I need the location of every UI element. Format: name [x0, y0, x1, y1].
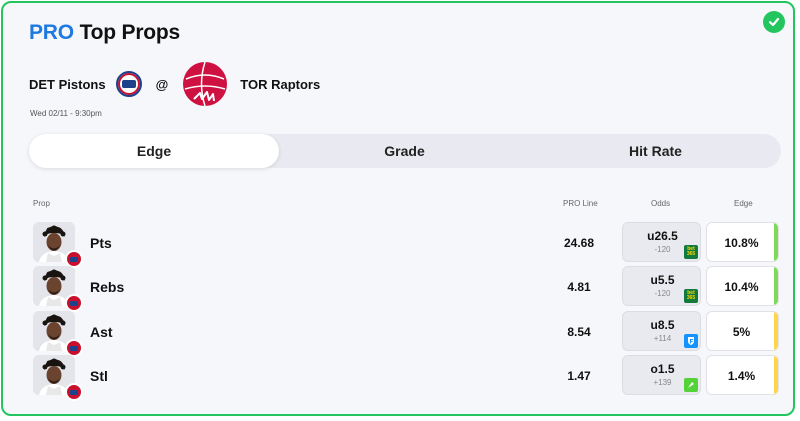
fanduel-icon	[684, 334, 698, 348]
table-row[interactable]: Pts 24.68 u26.5 -120 bet 365 10.8%	[3, 222, 797, 268]
pistons-badge-icon	[65, 294, 83, 312]
edge-indicator	[774, 267, 778, 305]
odds-line: u26.5	[647, 229, 678, 243]
edge-indicator	[774, 312, 778, 350]
player-avatar	[33, 355, 83, 401]
odds-button[interactable]: u8.5 +114	[622, 311, 701, 351]
edge-value: 10.4%	[724, 280, 759, 294]
odds-button[interactable]: u5.5 -120 bet 365	[622, 266, 701, 306]
edge-cell: 10.4%	[706, 266, 779, 306]
pro-line-value: 24.68	[563, 236, 595, 250]
tab-grade-label: Grade	[384, 143, 425, 159]
odds-line: u8.5	[650, 318, 675, 332]
tab-grade[interactable]: Grade	[279, 134, 530, 168]
edge-indicator	[774, 223, 778, 261]
odds-line: u5.5	[650, 273, 675, 287]
sort-tabs: Edge Grade Hit Rate	[29, 134, 781, 168]
bet365-icon: bet 365	[684, 289, 698, 303]
at-separator: @	[155, 76, 169, 92]
raptors-logo-icon	[183, 61, 228, 107]
edge-value: 5%	[732, 325, 751, 339]
column-edge: Edge	[734, 199, 753, 208]
tab-hit-rate-label: Hit Rate	[629, 143, 682, 159]
away-team-name: TOR Raptors	[240, 76, 321, 92]
prop-stat: Pts	[90, 235, 112, 251]
pro-line-value: 4.81	[567, 280, 591, 294]
bet365-icon: bet 365	[684, 245, 698, 259]
draftkings-icon	[684, 378, 698, 392]
pro-line-value: 8.54	[567, 325, 591, 339]
prop-stat: Rebs	[90, 279, 125, 295]
tab-edge-label: Edge	[136, 143, 172, 159]
odds-button[interactable]: o1.5 +139	[622, 355, 701, 395]
edge-cell: 5%	[706, 311, 779, 351]
column-pro-line: PRO Line	[563, 199, 598, 208]
home-team-name: DET Pistons	[29, 76, 106, 92]
game-datetime: Wed 02/11 - 9:30pm	[30, 109, 102, 118]
table-row[interactable]: Ast 8.54 u8.5 +114 5%	[3, 311, 797, 357]
pistons-logo-icon	[115, 71, 142, 97]
bet365-label: bet 365	[686, 246, 696, 257]
player-avatar	[33, 311, 83, 357]
pistons-badge-icon	[65, 383, 83, 401]
edge-value: 10.8%	[724, 236, 759, 250]
title-pro: PRO	[29, 21, 74, 44]
column-odds: Odds	[651, 199, 671, 208]
odds-button[interactable]: u26.5 -120 bet 365	[622, 222, 701, 262]
odds-line: o1.5	[650, 362, 675, 376]
edge-cell: 10.8%	[706, 222, 779, 262]
tab-edge[interactable]: Edge	[29, 134, 279, 168]
title-rest: Top Props	[79, 21, 181, 44]
edge-indicator	[774, 356, 778, 394]
tab-hit-rate[interactable]: Hit Rate	[530, 134, 781, 168]
player-avatar	[33, 266, 83, 312]
bet365-label: bet 365	[686, 290, 696, 301]
column-prop: Prop	[33, 199, 50, 208]
table-row[interactable]: Stl 1.47 o1.5 +139 1.4%	[3, 355, 797, 401]
page-title: PRO Top Props	[29, 21, 180, 45]
player-avatar	[33, 222, 83, 268]
edge-value: 1.4%	[727, 369, 756, 383]
prop-stat: Ast	[90, 324, 113, 340]
pro-line-value: 1.47	[567, 369, 591, 383]
edge-cell: 1.4%	[706, 355, 779, 395]
matchup: DET Pistons @ TOR Raptors	[29, 59, 320, 109]
top-props-card: PRO Top Props DET Pistons @ TOR Raptors …	[1, 1, 795, 416]
prop-stat: Stl	[90, 368, 108, 384]
table-header: Prop PRO Line Odds Edge	[3, 199, 797, 211]
table-row[interactable]: Rebs 4.81 u5.5 -120 bet 365 10.4%	[3, 266, 797, 312]
check-circle-icon	[763, 11, 785, 33]
